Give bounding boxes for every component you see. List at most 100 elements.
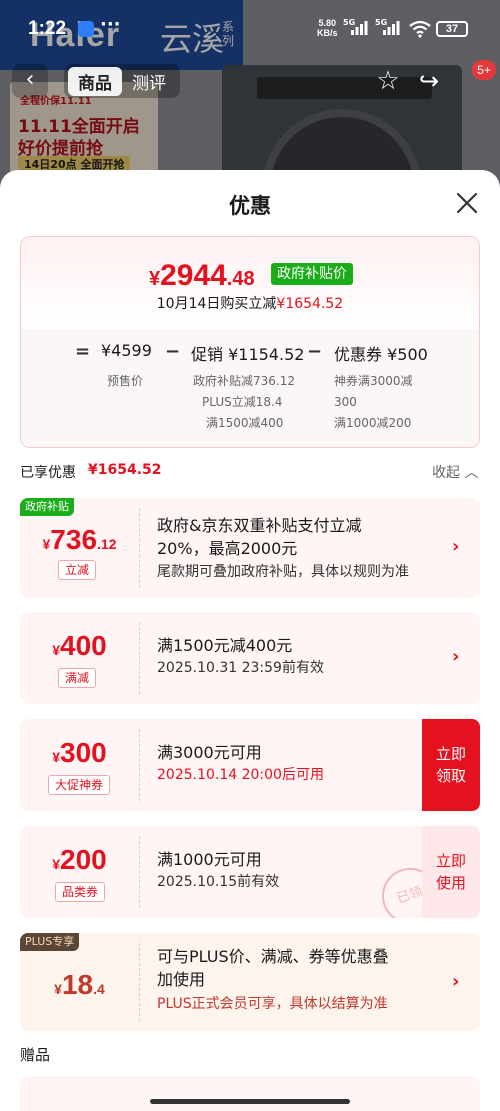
discount-amount: ¥736.12: [20, 524, 139, 556]
close-icon[interactable]: [452, 188, 482, 218]
use-coupon-button[interactable]: 立即使用: [422, 826, 480, 918]
gov-subsidy-tag: 政府补贴: [20, 498, 74, 516]
coupon-detail: 满1000减200: [334, 416, 412, 430]
currency-symbol: ¥: [52, 749, 61, 765]
amount-integer: 736: [50, 524, 98, 555]
coupon-amount: ¥300: [20, 737, 139, 769]
savings-prefix: 10月14日购买立减: [156, 296, 277, 312]
card-divider: [139, 836, 140, 908]
currency-symbol: ¥: [52, 642, 61, 658]
discount-amount: ¥18.4: [20, 969, 139, 1001]
status-bar: 1:22 ··· 5.80 KB/s 5G 5G 37: [0, 0, 500, 58]
promo-total: 促销 ¥1154.52: [191, 345, 305, 364]
plus-exclusive-tag: PLUS专享: [20, 933, 80, 951]
tab-reviews[interactable]: 测评: [122, 67, 176, 96]
discount-sheet: 优惠 ¥ 2944 .48 政府补贴价 10月14日购买立减¥1654.52 =…: [0, 170, 500, 1111]
back-button[interactable]: ‹: [12, 64, 48, 98]
presale-price: ¥4599: [101, 341, 152, 360]
coupon-detail: 神券满3000减: [334, 374, 413, 388]
savings-amount: ¥1654.52: [276, 296, 344, 312]
discount-type-tag: 满减: [58, 668, 97, 688]
coupon-validity: 2025.10.14 20:00后可用: [157, 767, 324, 783]
cart-count-badge[interactable]: 5+: [472, 60, 496, 80]
amount-decimal: .12: [97, 536, 117, 552]
discount-card-gov-subsidy[interactable]: 政府补贴 ¥736.12 立减 政府&京东双重补贴支付立减 20%，最高2000…: [20, 498, 480, 598]
chevron-right-icon[interactable]: ›: [452, 536, 459, 557]
price-breakdown: = ¥4599 预售价 − 促销 ¥1154.52 政府补贴减736.12 PL…: [21, 329, 479, 447]
coupon-condition: 满1000元可用: [157, 850, 262, 869]
plus-title-cont: 加使用: [157, 970, 206, 989]
card-divider: [139, 729, 140, 801]
coupon-card-category[interactable]: ¥200 品类券 满1000元可用 2025.10.15前有效 已领 立即使用: [20, 826, 480, 918]
promo-detail: 政府补贴减736.12: [193, 374, 295, 388]
equals-sign: =: [75, 341, 91, 362]
coupon-detail: 300: [334, 395, 357, 409]
currency-symbol: ¥: [54, 981, 62, 997]
promo-detail: 满1500减400: [206, 416, 284, 430]
coupon-card-promo[interactable]: ¥300 大促神券 满3000元可用 2025.10.14 20:00后可用 立…: [20, 719, 480, 811]
discount-title: 政府&京东双重补贴支付立减: [157, 516, 362, 535]
amount-integer: 18: [61, 969, 94, 1000]
coupon-validity: 2025.10.15前有效: [157, 874, 280, 890]
tab-product[interactable]: 商品: [68, 66, 122, 96]
price-summary: ¥ 2944 .48 政府补贴价 10月14日购买立减¥1654.52 = ¥4…: [20, 236, 480, 448]
home-indicator[interactable]: [150, 1099, 350, 1104]
gov-subsidy-badge: 政府补贴价: [271, 263, 353, 285]
discount-card-plus[interactable]: PLUS专享 ¥18.4 可与PLUS价、满减、券等优惠叠 加使用 PLUS正式…: [20, 933, 480, 1031]
card-divider: [139, 508, 140, 588]
savings-line: 10月14日购买立减¥1654.52: [21, 293, 479, 313]
more-notifications-icon: ···: [100, 14, 121, 35]
use-label: 立即使用: [435, 852, 466, 892]
amount-integer: 300: [60, 737, 107, 768]
chevron-right-icon[interactable]: ›: [452, 971, 459, 992]
coupon-amount: ¥200: [20, 844, 139, 876]
gift-card[interactable]: [20, 1076, 480, 1111]
app-notification-icon: [78, 21, 94, 37]
minus-sign: −: [307, 341, 323, 362]
gifts-section-label: 赠品: [20, 1046, 51, 1064]
share-icon[interactable]: ↪: [414, 66, 444, 96]
battery-indicator: 37: [436, 21, 468, 37]
network-speed-unit: KB/s: [317, 28, 338, 38]
discount-validity: 2025.10.31 23:59前有效: [157, 660, 324, 676]
chevron-right-icon[interactable]: ›: [452, 646, 459, 667]
amount-decimal: .4: [93, 981, 105, 997]
discount-title-cont: 20%，最高2000元: [157, 539, 298, 558]
coupon-type-tag: 品类券: [55, 882, 106, 902]
amount-integer: 200: [60, 844, 107, 875]
final-price: ¥ 2944 .48: [149, 259, 255, 293]
claim-coupon-button[interactable]: 立即领取: [422, 719, 480, 811]
collapse-button[interactable]: 收起 ︿: [432, 462, 478, 482]
discount-amount: ¥400: [20, 630, 139, 662]
price-decimal: .48: [226, 268, 255, 290]
status-time: 1:22: [28, 18, 67, 39]
promo-detail: PLUS立减18.4: [202, 395, 283, 409]
minus-sign: −: [165, 341, 181, 362]
coupon-total: 优惠券 ¥500: [334, 345, 428, 364]
presale-label: 预售价: [107, 374, 144, 388]
claim-label: 立即领取: [435, 745, 466, 785]
favorite-star-icon[interactable]: ☆: [373, 66, 403, 96]
card-divider: [139, 622, 140, 694]
applied-discount-amount: ¥1654.52: [88, 462, 162, 478]
currency-symbol: ¥: [149, 268, 161, 290]
network-speed-value: 5.80: [318, 18, 337, 28]
plus-note: PLUS正式会员可享，具体以结算为准: [157, 996, 388, 1012]
coupon-type-tag: 大促神券: [48, 775, 111, 795]
amount-integer: 400: [60, 630, 107, 661]
discount-card-full-reduction[interactable]: ¥400 满减 满1500元减400元 2025.10.31 23:59前有效 …: [20, 612, 480, 704]
network-speed: 5.80 KB/s: [317, 18, 338, 38]
applied-discount-label: 已享优惠: [20, 465, 76, 481]
discount-type-tag: 立减: [58, 560, 97, 580]
discount-title: 满1500元减400元: [157, 636, 293, 655]
card-divider: [139, 943, 140, 1021]
plus-title: 可与PLUS价、满减、券等优惠叠: [157, 947, 389, 966]
sheet-title: 优惠: [229, 194, 271, 218]
wifi-icon: [408, 20, 432, 42]
currency-symbol: ¥: [52, 856, 61, 872]
discount-note: 尾款期可叠加政府补贴，具体以规则为准: [157, 564, 409, 580]
summary-header: ¥ 2944 .48 政府补贴价 10月14日购买立减¥1654.52: [21, 237, 479, 329]
price-integer: 2944: [160, 259, 227, 292]
coupon-condition: 满3000元可用: [157, 743, 262, 762]
product-tabs: 商品 测评: [64, 64, 180, 98]
